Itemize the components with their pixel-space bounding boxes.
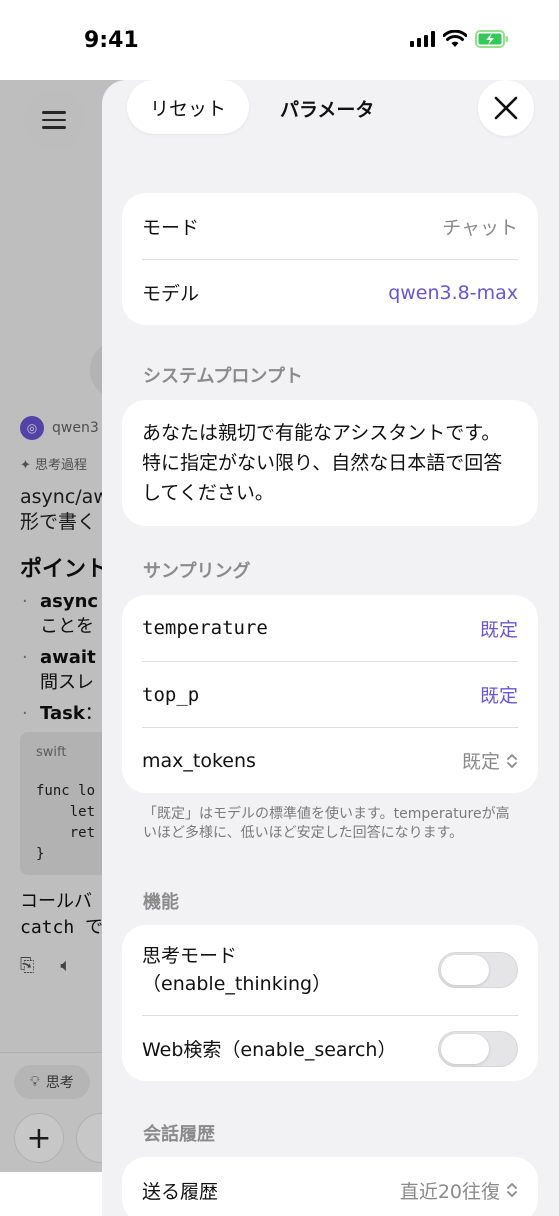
thinking-mode-label: 思考モード （enable_thinking） bbox=[142, 945, 332, 995]
close-icon bbox=[494, 96, 518, 120]
signal-icon bbox=[410, 31, 435, 47]
sampling-card: temperature 既定 top_p 既定 max_tokens 既定 bbox=[122, 595, 538, 793]
history-card: 送る履歴 直近20往復 bbox=[122, 1157, 538, 1216]
sampling-heading: サンプリング bbox=[143, 561, 251, 582]
system-prompt-text[interactable]: あなたは親切で有能なアシスタントです。特に指定がない限り、自然な日本語で回答して… bbox=[122, 400, 538, 526]
history-heading: 会話履歴 bbox=[143, 1124, 215, 1145]
reset-button[interactable]: リセット bbox=[127, 80, 249, 134]
web-search-label: Web検索（enable_search） bbox=[142, 1039, 397, 1061]
model-label: モデル bbox=[142, 283, 200, 305]
model-card: モード チャット モデル qwen3.8-max bbox=[122, 193, 538, 325]
top-p-row[interactable]: top_p 既定 bbox=[142, 661, 518, 727]
web-search-row: Web検索（enable_search） bbox=[142, 1015, 518, 1081]
temperature-value: 既定 bbox=[479, 618, 518, 641]
mode-row[interactable]: モード チャット bbox=[142, 193, 518, 259]
model-value: qwen3.8-max bbox=[388, 281, 518, 304]
parameters-sheet: リセット パラメータ モード チャット モデル qwen3.8-max システム… bbox=[102, 80, 559, 1216]
chevron-updown-icon bbox=[507, 1183, 517, 1197]
wifi-icon bbox=[443, 30, 467, 47]
sheet-header: リセット パラメータ bbox=[102, 80, 559, 140]
sheet-title: パラメータ bbox=[280, 99, 375, 121]
system-prompt-heading: システムプロンプト bbox=[143, 366, 303, 387]
system-prompt-card[interactable]: あなたは親切で有能なアシスタントです。特に指定がない限り、自然な日本語で回答して… bbox=[122, 400, 538, 526]
features-heading: 機能 bbox=[143, 892, 179, 913]
max-tokens-label: max_tokens bbox=[142, 749, 256, 772]
top-p-value: 既定 bbox=[479, 685, 518, 707]
chevron-updown-icon bbox=[507, 753, 517, 768]
mode-label: モード bbox=[142, 216, 200, 239]
close-button[interactable] bbox=[478, 80, 534, 136]
history-row[interactable]: 送る履歴 直近20往復 bbox=[142, 1157, 518, 1216]
temperature-row[interactable]: temperature 既定 bbox=[142, 595, 518, 661]
max-tokens-value[interactable]: 既定 bbox=[462, 747, 518, 774]
features-card: 思考モード （enable_thinking） Web検索（enable_sea… bbox=[122, 925, 538, 1081]
thinking-mode-row: 思考モード （enable_thinking） bbox=[142, 925, 518, 1015]
battery-charging-icon bbox=[475, 30, 508, 48]
status-time: 9:41 bbox=[84, 28, 139, 53]
top-p-label: top_p bbox=[142, 683, 200, 706]
max-tokens-row[interactable]: max_tokens 既定 bbox=[142, 727, 518, 793]
status-bar: 9:41 bbox=[0, 0, 559, 80]
sampling-note: 「既定」はモデルの標準値を使います。temperatureが高いほど多様に、低い… bbox=[143, 806, 510, 841]
status-icons bbox=[410, 30, 509, 48]
thinking-mode-toggle[interactable] bbox=[438, 952, 518, 988]
temperature-label: temperature bbox=[142, 617, 268, 639]
history-label: 送る履歴 bbox=[142, 1180, 219, 1203]
web-search-toggle[interactable] bbox=[438, 1030, 518, 1067]
history-value[interactable]: 直近20往復 bbox=[400, 1177, 518, 1204]
model-row[interactable]: モデル qwen3.8-max bbox=[142, 259, 518, 325]
mode-value: チャット bbox=[442, 216, 518, 239]
